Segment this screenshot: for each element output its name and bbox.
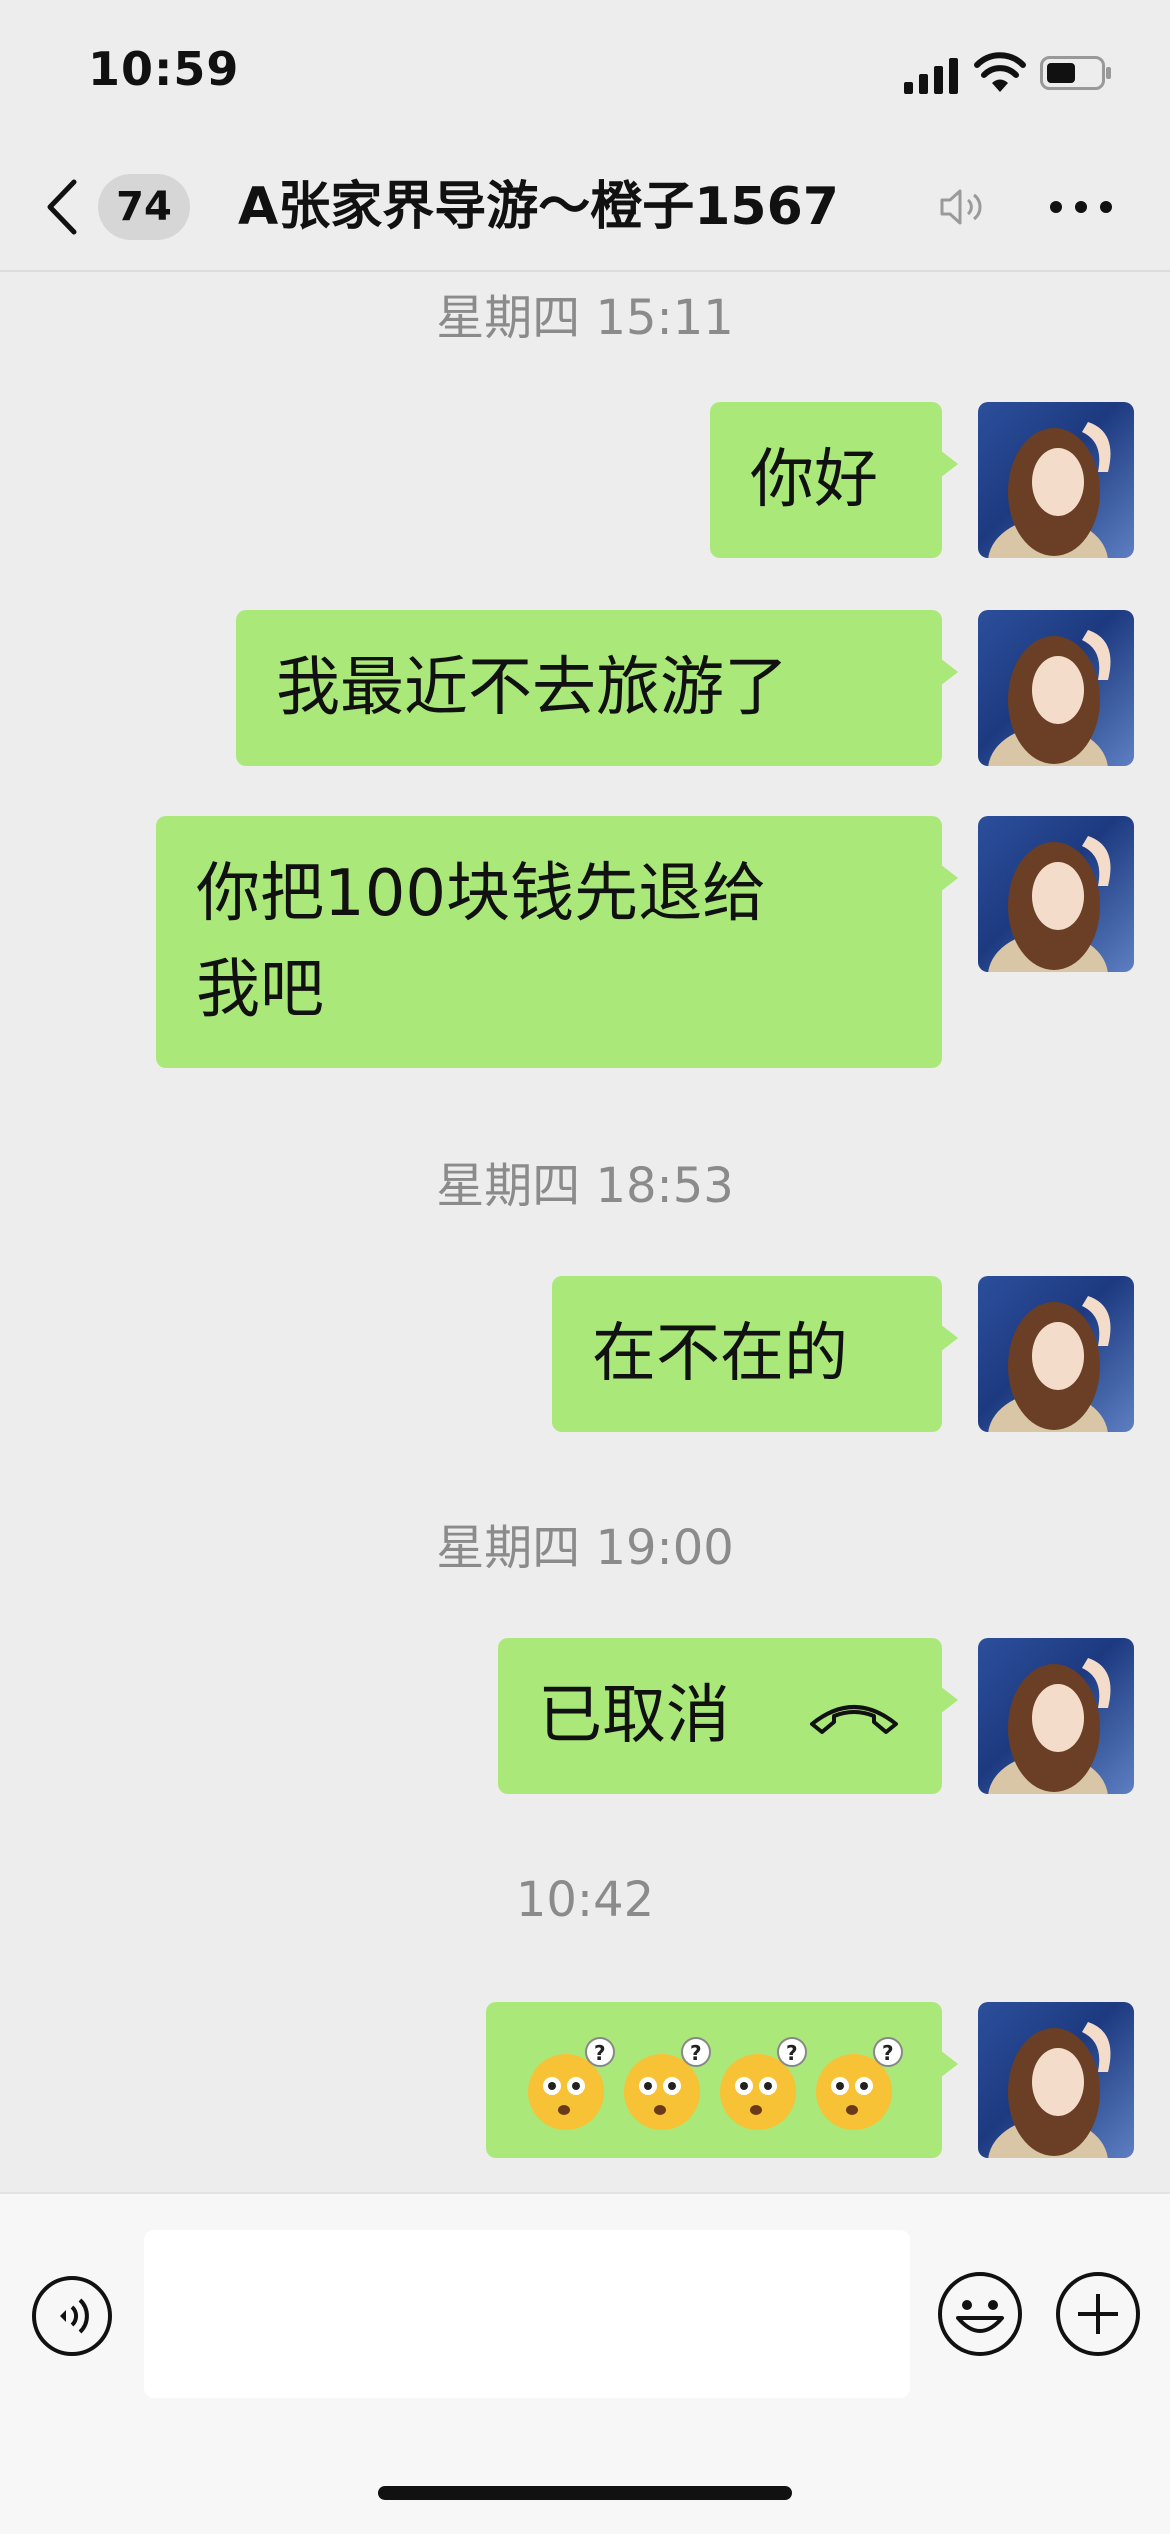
message-bubble[interactable]: 你把100块钱先退给 我吧 <box>156 816 958 1068</box>
message-bubble[interactable]: 我最近不去旅游了 <box>236 610 958 766</box>
avatar-image <box>978 816 1134 972</box>
message-text-line: 你把100块钱先退给 <box>196 857 767 931</box>
svg-text:?: ? <box>690 2041 702 2065</box>
svg-text:?: ? <box>882 2041 894 2065</box>
plus-circle-icon[interactable] <box>1054 2270 1142 2358</box>
message-text-line: 我吧 <box>196 953 324 1027</box>
wifi-icon <box>974 52 1026 92</box>
avatar[interactable] <box>978 402 1134 558</box>
avatar-image <box>978 1638 1134 1794</box>
confused-face-question-emoji: ? <box>528 2037 615 2130</box>
timestamp: 星期四 19:00 <box>436 1520 734 1576</box>
home-indicator[interactable] <box>378 2486 792 2500</box>
avatar[interactable] <box>978 1276 1134 1432</box>
message-text: 在不在的 <box>592 1317 848 1391</box>
battery-icon <box>1040 56 1111 90</box>
timestamp: 星期四 15:11 <box>436 290 734 346</box>
message-bubble[interactable]: 你好 <box>710 402 958 558</box>
confused-face-question-emoji: ? <box>816 2037 903 2130</box>
phone-hangup-icon <box>810 1705 898 1734</box>
confused-face-question-emoji: ? <box>720 2037 807 2130</box>
chat-title: A张家界导游～橙子1567 <box>238 177 839 237</box>
confused-face-question-emoji: ? <box>624 2037 711 2130</box>
message-input[interactable] <box>144 2230 910 2398</box>
timestamp: 星期四 18:53 <box>436 1158 734 1214</box>
avatar[interactable] <box>978 1638 1134 1794</box>
timestamp: 10:42 <box>515 1872 655 1928</box>
message-text: 我最近不去旅游了 <box>276 651 788 725</box>
voice-input-icon[interactable] <box>30 2274 114 2358</box>
message-list[interactable]: 星期四 15:11 你好 我最近不去旅游了 你把100块钱先退给 我吧 星期四 … <box>0 272 1170 2192</box>
more-dots-icon[interactable] <box>1046 196 1116 218</box>
cellular-signal-icon <box>904 58 958 94</box>
avatar[interactable] <box>978 2002 1134 2158</box>
call-message-bubble[interactable]: 已取消 <box>498 1638 958 1794</box>
avatar[interactable] <box>978 610 1134 766</box>
avatar[interactable] <box>978 816 1134 972</box>
message-bubble[interactable]: 在不在的 <box>552 1276 958 1432</box>
back-chevron-icon[interactable] <box>42 178 82 236</box>
input-bar <box>0 2192 1170 2534</box>
avatar-image <box>978 610 1134 766</box>
avatar-image <box>978 1276 1134 1432</box>
chat-header: 74 A张家界导游～橙子1567 <box>0 140 1170 272</box>
unread-count-badge[interactable]: 74 <box>98 174 190 240</box>
svg-text:?: ? <box>786 2041 798 2065</box>
muted-speaker-icon <box>940 189 982 225</box>
status-time: 10:59 <box>88 42 240 96</box>
message-text: 你好 <box>750 443 878 517</box>
emoji-message-bubble[interactable]: ? ? ? ? <box>486 2002 958 2158</box>
status-bar: 10:59 <box>0 0 1170 140</box>
emoji-row: ? ? ? ? <box>528 2037 903 2130</box>
emoji-smile-icon[interactable] <box>936 2270 1024 2358</box>
avatar-image <box>978 402 1134 558</box>
svg-text:?: ? <box>594 2041 606 2065</box>
call-status-text: 已取消 <box>538 1679 730 1753</box>
avatar-image <box>978 2002 1134 2158</box>
